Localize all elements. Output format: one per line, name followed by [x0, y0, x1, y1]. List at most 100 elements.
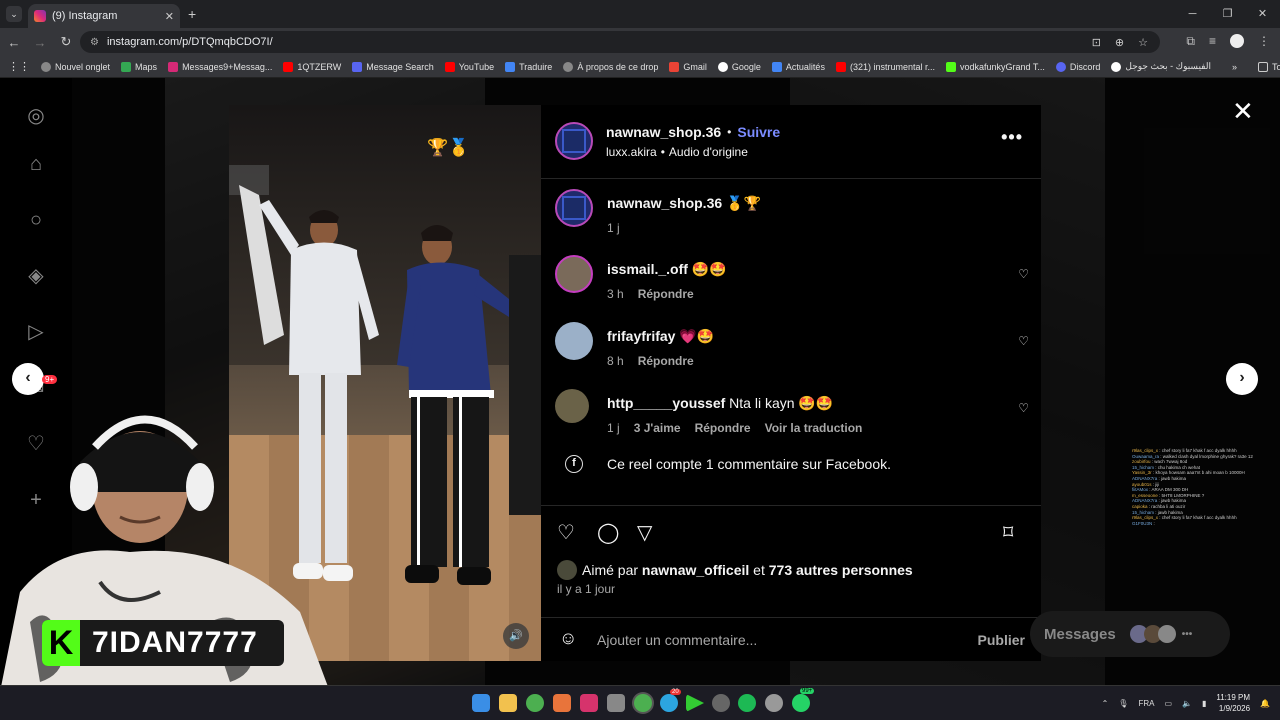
bookmark-item[interactable]: Messages9+Messag...: [168, 61, 272, 72]
mute-toggle-icon[interactable]: 🔊: [503, 623, 529, 649]
like-comment-heart-icon[interactable]: ♡: [1018, 267, 1029, 281]
new-tab-button[interactable]: +: [188, 6, 196, 22]
chrome-active-icon[interactable]: [634, 694, 652, 712]
liked-by-others[interactable]: 773 autres personnes: [769, 562, 913, 578]
comment-username[interactable]: issmail._.off: [607, 261, 688, 277]
bookmark-item[interactable]: 1QTZERW: [283, 61, 341, 72]
audio-label[interactable]: Audio d'origine: [669, 145, 748, 159]
profile-avatar[interactable]: [1230, 34, 1244, 48]
all-bookmarks-folder[interactable]: Tous les favoris: [1258, 61, 1280, 72]
spotify-icon[interactable]: [738, 694, 756, 712]
emoji-picker-icon[interactable]: ☺: [559, 628, 577, 649]
comment-likes[interactable]: 3 J'aime: [634, 421, 681, 435]
bookmark-item[interactable]: Discord: [1055, 61, 1100, 72]
forward-icon[interactable]: →: [28, 35, 52, 50]
reply-button[interactable]: Répondre: [638, 354, 694, 368]
follow-button[interactable]: Suivre: [737, 124, 780, 140]
maximize-icon[interactable]: ❐: [1210, 0, 1245, 28]
bookmark-item[interactable]: Maps: [121, 61, 157, 72]
reload-icon[interactable]: ↻: [54, 34, 78, 50]
bookmark-star-icon[interactable]: ☆: [1138, 36, 1148, 49]
bookmark-item[interactable]: vodkafunkyGrand T...: [946, 61, 1045, 72]
comment-icon[interactable]: ◯: [597, 520, 619, 545]
liked-by-user[interactable]: nawnaw_officeil: [642, 562, 749, 578]
tray-chevron-icon[interactable]: ⌃: [1102, 699, 1109, 708]
bookmark-item[interactable]: (321) instrumental r...: [835, 61, 935, 72]
like-comment-heart-icon[interactable]: ♡: [1018, 334, 1029, 348]
battery-icon[interactable]: ▮: [1202, 699, 1206, 708]
microphone-icon[interactable]: 🎙: [1118, 699, 1128, 708]
bookmark-item[interactable]: À propos de ce drop: [563, 61, 658, 72]
comment-input[interactable]: Ajouter un commentaire...: [597, 632, 757, 648]
bookmark-item[interactable]: Nouvel onglet: [41, 61, 110, 72]
commenter-avatar[interactable]: [555, 322, 593, 360]
previous-post-chevron-icon[interactable]: ‹: [12, 363, 44, 395]
messages-button[interactable]: Messages •••: [1030, 611, 1230, 657]
settings-gear-icon[interactable]: [765, 694, 783, 712]
search-icon[interactable]: ○: [24, 208, 48, 232]
likes-summary[interactable]: Aimé par nawnaw_officeil et 773 autres p…: [557, 560, 913, 580]
like-heart-icon[interactable]: ♡: [557, 520, 575, 545]
app-icon[interactable]: [607, 694, 625, 712]
bookmark-item[interactable]: Gmail: [669, 61, 707, 72]
audio-user[interactable]: luxx.akira: [606, 145, 657, 159]
explore-icon[interactable]: ◈: [24, 264, 48, 288]
whatsapp-icon[interactable]: [792, 694, 810, 712]
media-control-icon[interactable]: ≡: [1209, 34, 1216, 49]
comment-username[interactable]: frifayfrifay: [607, 328, 675, 344]
reels-icon[interactable]: ▷: [24, 320, 48, 344]
browser-tab-instagram[interactable]: (9) Instagram ✕: [28, 4, 180, 28]
like-comment-heart-icon[interactable]: ♡: [1018, 401, 1029, 415]
volume-icon[interactable]: 🔈: [1182, 699, 1192, 708]
bookmark-item[interactable]: Actualités: [771, 61, 825, 72]
facebook-comments-note[interactable]: f Ce reel compte 1 commentaire sur Faceb…: [565, 455, 891, 473]
commenter-avatar[interactable]: [555, 389, 589, 423]
close-modal-icon[interactable]: ✕: [1232, 96, 1254, 127]
address-bar[interactable]: ⚙ instagram.com/p/DTQmqbCDO7I/ ⊡ ⊕ ☆: [80, 31, 1160, 53]
more-bookmarks-icon[interactable]: »: [1232, 62, 1237, 72]
close-window-icon[interactable]: ✕: [1245, 0, 1280, 28]
minimize-icon[interactable]: ─: [1175, 0, 1210, 28]
browser-menu-icon[interactable]: ⋮: [1258, 34, 1270, 49]
next-post-chevron-icon[interactable]: ›: [1226, 363, 1258, 395]
site-info-icon[interactable]: ⚙: [90, 37, 99, 48]
app-icon[interactable]: [580, 694, 598, 712]
close-tab-icon[interactable]: ✕: [165, 10, 174, 23]
instagram-logo-icon[interactable]: ◎: [24, 104, 48, 128]
bookmark-item[interactable]: YouTube: [444, 61, 494, 72]
bookmark-item[interactable]: Message Search: [352, 61, 434, 72]
back-icon[interactable]: ←: [2, 35, 26, 50]
caption-username[interactable]: nawnaw_shop.36: [607, 195, 722, 211]
network-icon[interactable]: ▭: [1164, 699, 1172, 708]
commenter-avatar[interactable]: [555, 255, 593, 293]
notification-bell-icon[interactable]: 🔔: [1260, 699, 1270, 708]
tab-search-icon[interactable]: ⌄: [6, 6, 22, 22]
file-explorer-icon[interactable]: [499, 694, 517, 712]
reply-button[interactable]: Répondre: [638, 287, 694, 301]
language-indicator[interactable]: FRA: [1138, 699, 1154, 708]
more-options-icon[interactable]: •••: [1001, 127, 1023, 148]
save-bookmark-icon[interactable]: ⌑: [1003, 520, 1013, 545]
author-avatar[interactable]: [555, 122, 593, 160]
home-icon[interactable]: ⌂: [24, 152, 48, 176]
telegram-icon[interactable]: [660, 694, 678, 712]
extensions-icon[interactable]: ⧉: [1186, 34, 1195, 49]
author-avatar[interactable]: [555, 189, 593, 227]
bookmark-item[interactable]: Traduire: [505, 61, 552, 72]
media-player-icon[interactable]: [686, 694, 704, 712]
app-icon[interactable]: [712, 694, 730, 712]
apps-grid-icon[interactable]: ⋮⋮: [8, 60, 30, 73]
comment-username[interactable]: http_____youssef: [607, 395, 725, 411]
publish-button[interactable]: Publier: [978, 632, 1025, 648]
start-menu-icon[interactable]: [472, 694, 490, 712]
app-icon[interactable]: [553, 694, 571, 712]
share-icon[interactable]: ▽: [637, 520, 652, 545]
author-username[interactable]: nawnaw_shop.36: [606, 124, 721, 140]
chrome-icon[interactable]: [526, 694, 544, 712]
translate-button[interactable]: Voir la traduction: [765, 421, 863, 435]
bookmark-item[interactable]: Google: [717, 61, 761, 72]
bookmark-item[interactable]: الفيسبوك - بحث جوجل: [1111, 61, 1211, 72]
install-app-icon[interactable]: ⊡: [1092, 36, 1101, 49]
clock[interactable]: 11:19 PM 1/9/2026: [1216, 692, 1250, 714]
reply-button[interactable]: Répondre: [695, 421, 751, 435]
